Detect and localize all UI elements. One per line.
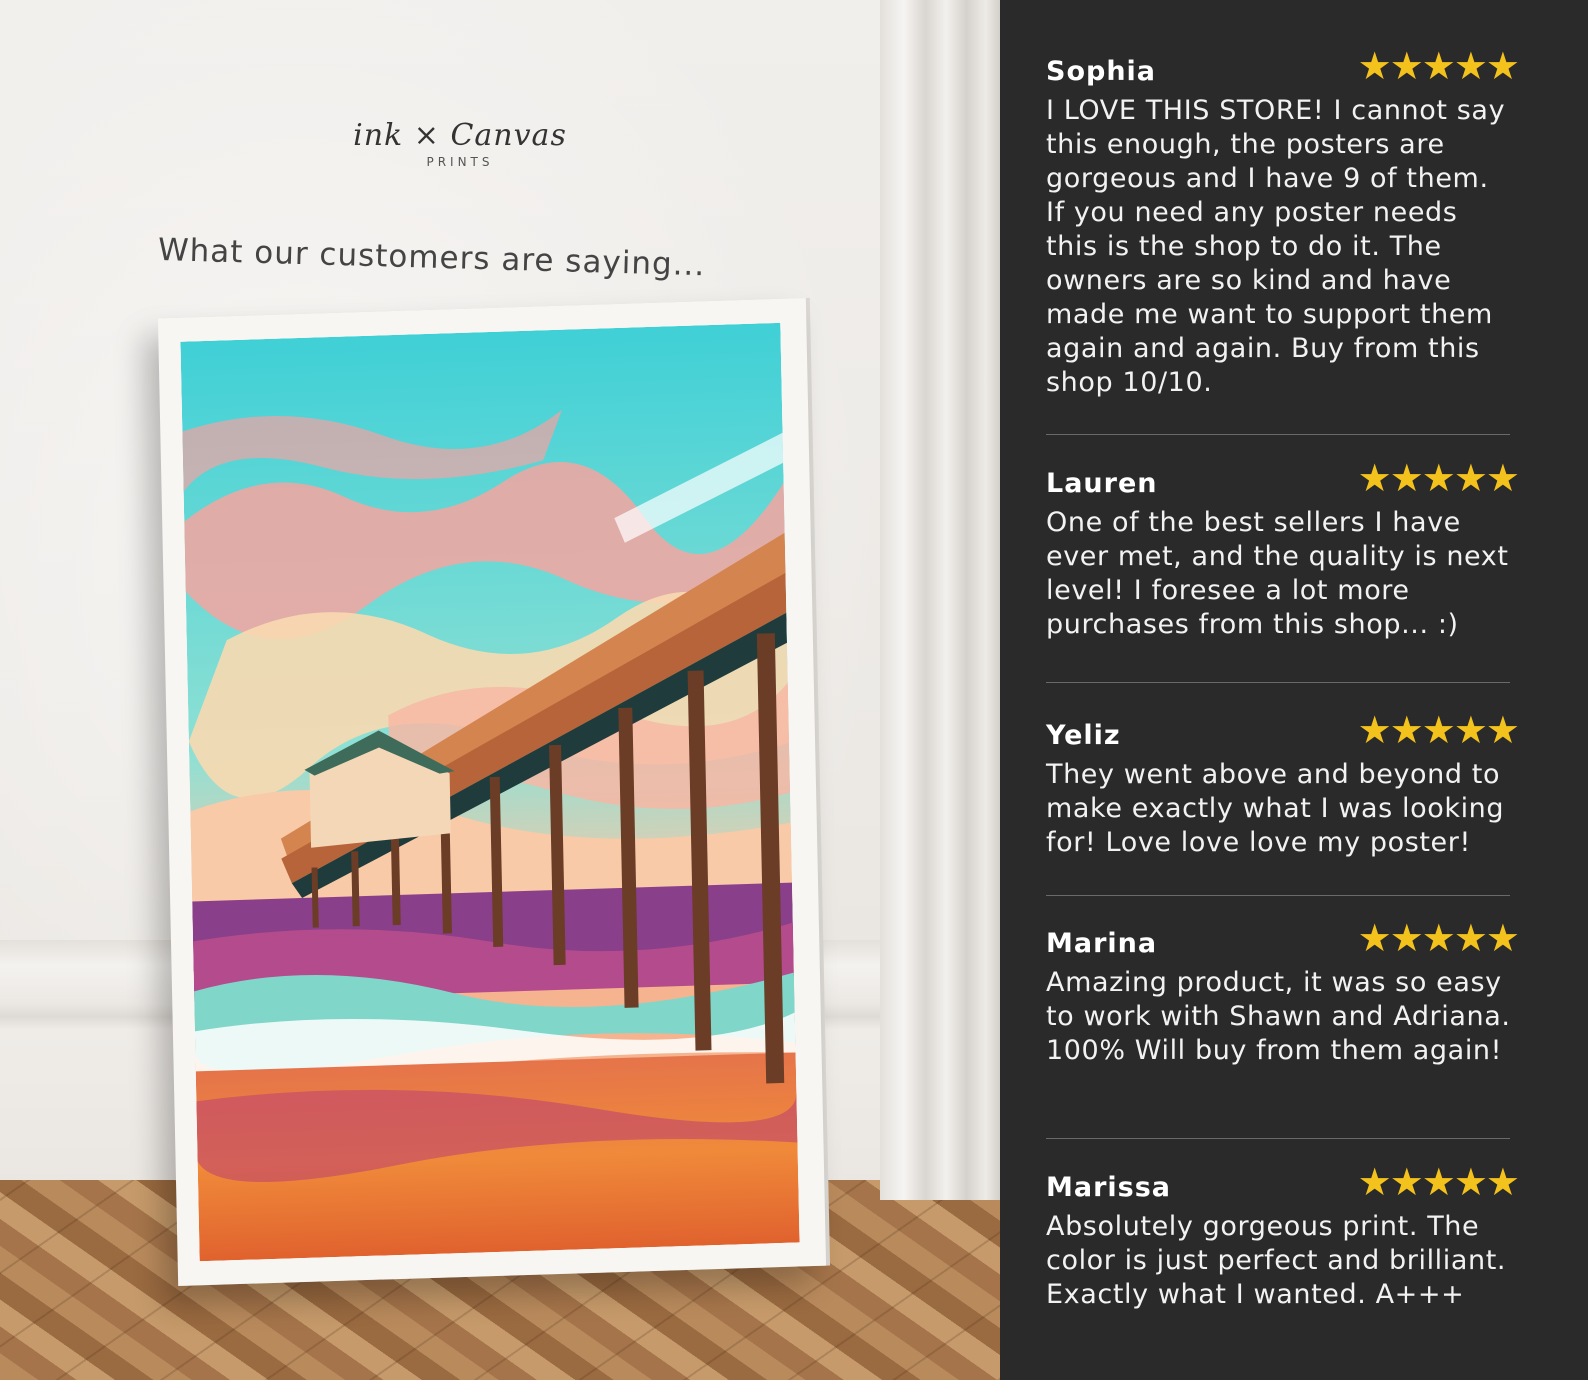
- review-divider: [1046, 1138, 1510, 1139]
- review-card: Marina ★★★★★ Amazing product, it was so …: [1046, 916, 1520, 1068]
- review-card: Lauren ★★★★★ One of the best sellers I h…: [1046, 456, 1520, 642]
- reviewer-name: Lauren: [1046, 468, 1158, 499]
- logo-text: ink × Canvas: [353, 118, 567, 153]
- star-rating-icon: ★★★★★: [1357, 708, 1520, 752]
- reviewer-name: Marina: [1046, 928, 1158, 959]
- reviewer-name: Yeliz: [1046, 720, 1121, 751]
- review-divider: [1046, 434, 1510, 435]
- logo-subtitle: PRINTS: [426, 155, 494, 169]
- review-text: Amazing product, it was so easy to work …: [1046, 967, 1511, 1066]
- review-text: I LOVE THIS STORE! I cannot say this eno…: [1046, 95, 1506, 398]
- reviewer-name: Sophia: [1046, 56, 1157, 87]
- star-rating-icon: ★★★★★: [1357, 1160, 1520, 1204]
- star-rating-icon: ★★★★★: [1357, 916, 1520, 960]
- review-card: Marissa ★★★★★ Absolutely gorgeous print.…: [1046, 1160, 1520, 1312]
- brand-logo: ink × Canvas PRINTS: [340, 118, 580, 169]
- canvas-print: [157, 298, 827, 1286]
- review-text: One of the best sellers I have ever met,…: [1046, 507, 1509, 640]
- review-text: Absolutely gorgeous print. The color is …: [1046, 1211, 1507, 1310]
- curtain: [880, 0, 1000, 1200]
- pier-painting: [180, 322, 800, 1262]
- review-text: They went above and beyond to make exact…: [1046, 759, 1505, 858]
- star-rating-icon: ★★★★★: [1357, 456, 1520, 500]
- reviews-panel: Sophia ★★★★★ I LOVE THIS STORE! I cannot…: [1000, 0, 1588, 1380]
- review-divider: [1046, 895, 1510, 896]
- star-rating-icon: ★★★★★: [1357, 44, 1520, 88]
- review-divider: [1046, 682, 1510, 683]
- reviewer-name: Marissa: [1046, 1172, 1172, 1203]
- review-card: Sophia ★★★★★ I LOVE THIS STORE! I cannot…: [1046, 44, 1520, 400]
- review-card: Yeliz ★★★★★ They went above and beyond t…: [1046, 708, 1520, 860]
- room-scene: ink × Canvas PRINTS What our customers a…: [0, 0, 1000, 1380]
